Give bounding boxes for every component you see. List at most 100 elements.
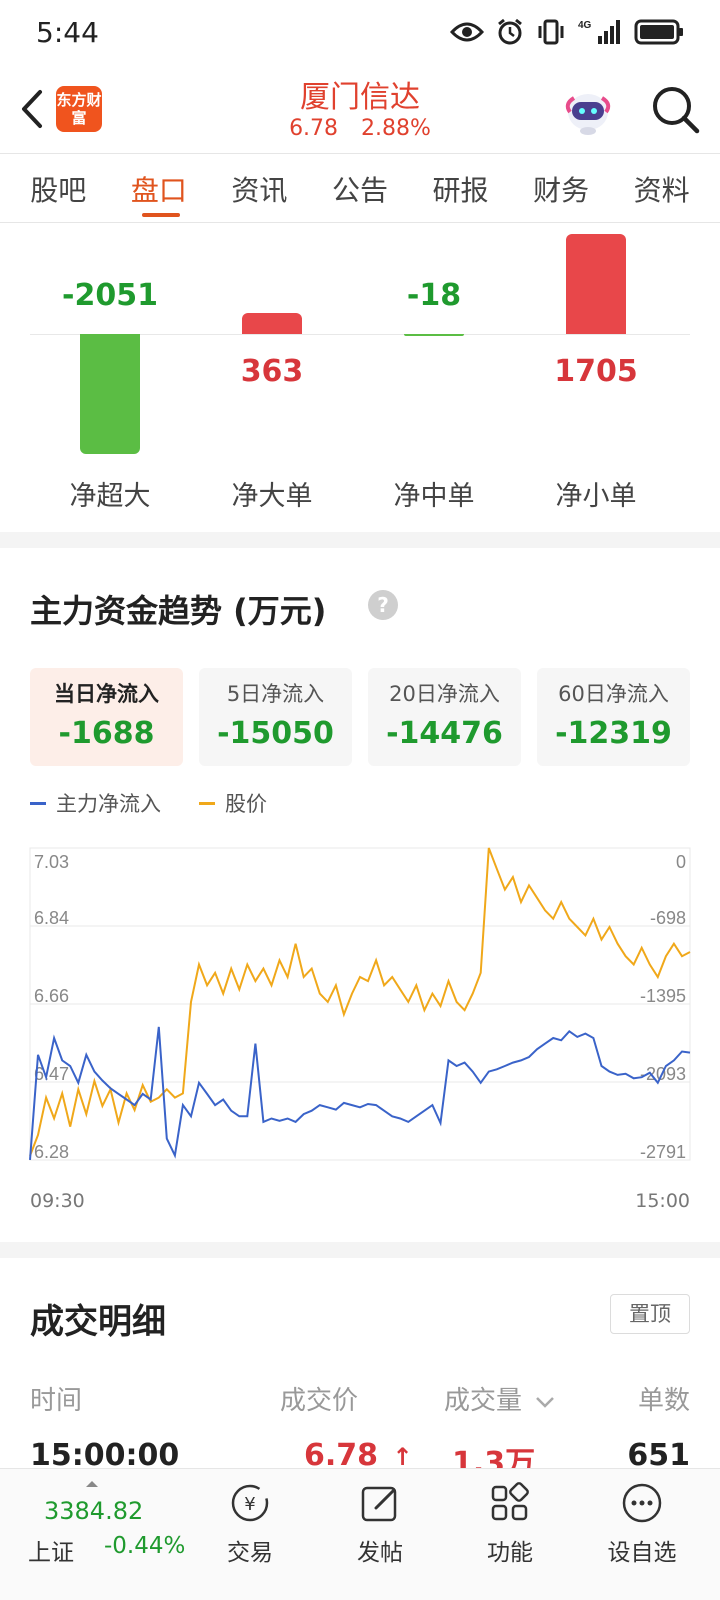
nav-label: 交易 xyxy=(227,1540,273,1566)
nav-label: 功能 xyxy=(487,1540,533,1566)
flow-bar-super-large xyxy=(80,334,140,454)
right-axis-tick: 0 xyxy=(676,852,686,872)
period-value: -14476 xyxy=(386,716,503,751)
legend-swatch xyxy=(199,801,215,805)
tab-financials[interactable]: 财务 xyxy=(516,155,606,222)
nav-label: 设自选 xyxy=(607,1540,677,1566)
net-flow-section: -2051 净超大 363 净大单 -18 净中单 1705 净小单 xyxy=(0,224,720,530)
period-card-5d[interactable]: 5日净流入 -15050 xyxy=(199,668,352,766)
apps-grid-icon xyxy=(491,1482,529,1521)
period-label: 当日净流入 xyxy=(54,682,159,706)
period-value: -12319 xyxy=(555,716,672,751)
trade-detail-section: 成交明细 置顶 时间 成交价 成交量 单数 15:00:00 6.78 ↑ 1.… xyxy=(0,1258,720,1481)
legend-label: 主力净流入 xyxy=(56,792,161,816)
flow-label-large: 净大单 xyxy=(231,481,313,512)
signal-4g-icon: 4G xyxy=(578,20,620,44)
main-flow-trend-chart[interactable]: 7.03 06.84 -6986.66 -13956.47 -20936.28 -2791 xyxy=(0,826,720,1186)
trade-detail-title: 成交明细 xyxy=(30,1302,166,1342)
bottom-nav-bar: 3384.82 上证 -0.44% ¥ 交易 发帖 功能 设自选 xyxy=(0,1468,720,1600)
trade-icon: ¥ xyxy=(231,1484,269,1522)
status-bar: 5:44 4G xyxy=(0,0,720,64)
flow-label-super-large: 净超大 xyxy=(69,481,151,512)
legend-item-main-flow: 主力净流入 xyxy=(30,788,161,818)
period-card-20d[interactable]: 20日净流入 -14476 xyxy=(368,668,521,766)
period-card-today[interactable]: 当日净流入 -1688 xyxy=(30,668,183,766)
flow-value-medium: -18 xyxy=(406,278,462,313)
index-value: 3384.82 xyxy=(44,1497,144,1525)
status-icons: 4G xyxy=(450,18,684,46)
compose-icon xyxy=(361,1486,397,1522)
legend-label: 股价 xyxy=(225,792,267,816)
period-value: -15050 xyxy=(217,716,334,751)
flow-value-large: 363 xyxy=(240,354,304,389)
right-axis-tick: -698 xyxy=(650,908,686,928)
help-icon[interactable]: ? xyxy=(368,590,398,620)
section-tabs: 股吧 盘口 资讯 公告 研报 财务 资料 xyxy=(0,155,720,223)
nav-label: 发帖 xyxy=(357,1540,403,1566)
svg-text:¥: ¥ xyxy=(244,1494,255,1515)
column-header-price: 成交价 xyxy=(280,1386,359,1416)
left-axis-tick: 6.47 xyxy=(34,1064,69,1084)
main-flow-trend-section: 主力资金趋势 (万元) ? 当日净流入 -1688 5日净流入 -15050 2… xyxy=(0,556,720,1242)
flow-bar-large xyxy=(242,312,302,334)
index-name: 上证 xyxy=(28,1540,74,1566)
status-time: 5:44 xyxy=(36,16,99,49)
column-header-time: 时间 xyxy=(30,1386,83,1416)
vibrate-icon xyxy=(538,19,564,45)
pin-top-button[interactable]: 置顶 xyxy=(610,1294,690,1334)
stock-price: 6.78 xyxy=(289,116,339,141)
nav-trade[interactable]: ¥ 交易 xyxy=(200,1481,300,1567)
left-axis-tick: 6.84 xyxy=(34,908,69,928)
chart-time-end: 15:00 xyxy=(635,1190,690,1212)
period-label: 5日净流入 xyxy=(226,682,325,706)
left-axis-tick: 6.66 xyxy=(34,986,69,1006)
robot-assistant-icon[interactable] xyxy=(560,82,616,138)
more-dots-icon xyxy=(622,1483,662,1523)
flow-bar-medium xyxy=(404,334,464,336)
stock-header: 东方财富 厦门信达 6.78 2.88% xyxy=(0,64,720,154)
tab-pankou[interactable]: 盘口 xyxy=(114,155,204,222)
flow-label-small: 净小单 xyxy=(555,481,637,512)
price-line xyxy=(29,847,691,1157)
caret-up-icon xyxy=(86,1481,98,1487)
legend-item-price: 股价 xyxy=(199,788,267,818)
tab-profile[interactable]: 资料 xyxy=(617,155,707,222)
main-flow-line xyxy=(29,1026,691,1160)
index-ticker[interactable]: 3384.82 上证 -0.44% xyxy=(22,1477,192,1587)
alarm-icon xyxy=(498,18,522,45)
right-axis-tick: -1395 xyxy=(640,986,686,1006)
chevron-down-icon xyxy=(536,1397,555,1408)
flow-value-super-large: -2051 xyxy=(62,278,158,313)
eye-icon xyxy=(450,22,484,42)
svg-text:4G: 4G xyxy=(578,20,592,31)
up-arrow-icon: ↑ xyxy=(392,1443,413,1471)
flow-value-small: 1705 xyxy=(554,354,638,389)
tab-guba[interactable]: 股吧 xyxy=(13,155,103,222)
index-change: -0.44% xyxy=(104,1533,186,1559)
section-divider xyxy=(0,1242,720,1258)
section-divider xyxy=(0,532,720,548)
left-axis-tick: 6.28 xyxy=(34,1142,69,1162)
nav-compose[interactable]: 发帖 xyxy=(330,1481,430,1567)
battery-icon xyxy=(634,19,683,45)
left-axis-tick: 7.03 xyxy=(34,852,69,872)
tab-announcements[interactable]: 公告 xyxy=(315,155,405,222)
column-header-volume[interactable]: 成交量 xyxy=(444,1380,556,1417)
chart-legend: 主力净流入 股价 xyxy=(30,788,267,818)
flow-bar-small xyxy=(566,234,626,334)
tab-news[interactable]: 资讯 xyxy=(214,155,304,222)
tab-research[interactable]: 研报 xyxy=(416,155,506,222)
nav-add-watchlist[interactable]: 设自选 xyxy=(592,1481,692,1567)
chart-time-start: 09:30 xyxy=(30,1190,85,1212)
period-label: 60日净流入 xyxy=(558,682,669,706)
nav-apps[interactable]: 功能 xyxy=(460,1481,560,1567)
flow-label-medium: 净中单 xyxy=(393,481,475,512)
trend-title: 主力资金趋势 (万元) xyxy=(30,592,327,630)
period-value: -1688 xyxy=(58,716,155,751)
search-icon[interactable] xyxy=(648,82,702,136)
legend-swatch xyxy=(30,801,46,805)
column-header-volume-label: 成交量 xyxy=(444,1386,523,1416)
period-card-60d[interactable]: 60日净流入 -12319 xyxy=(537,668,690,766)
period-label: 20日净流入 xyxy=(389,682,500,706)
period-cards: 当日净流入 -1688 5日净流入 -15050 20日净流入 -14476 6… xyxy=(30,668,690,766)
